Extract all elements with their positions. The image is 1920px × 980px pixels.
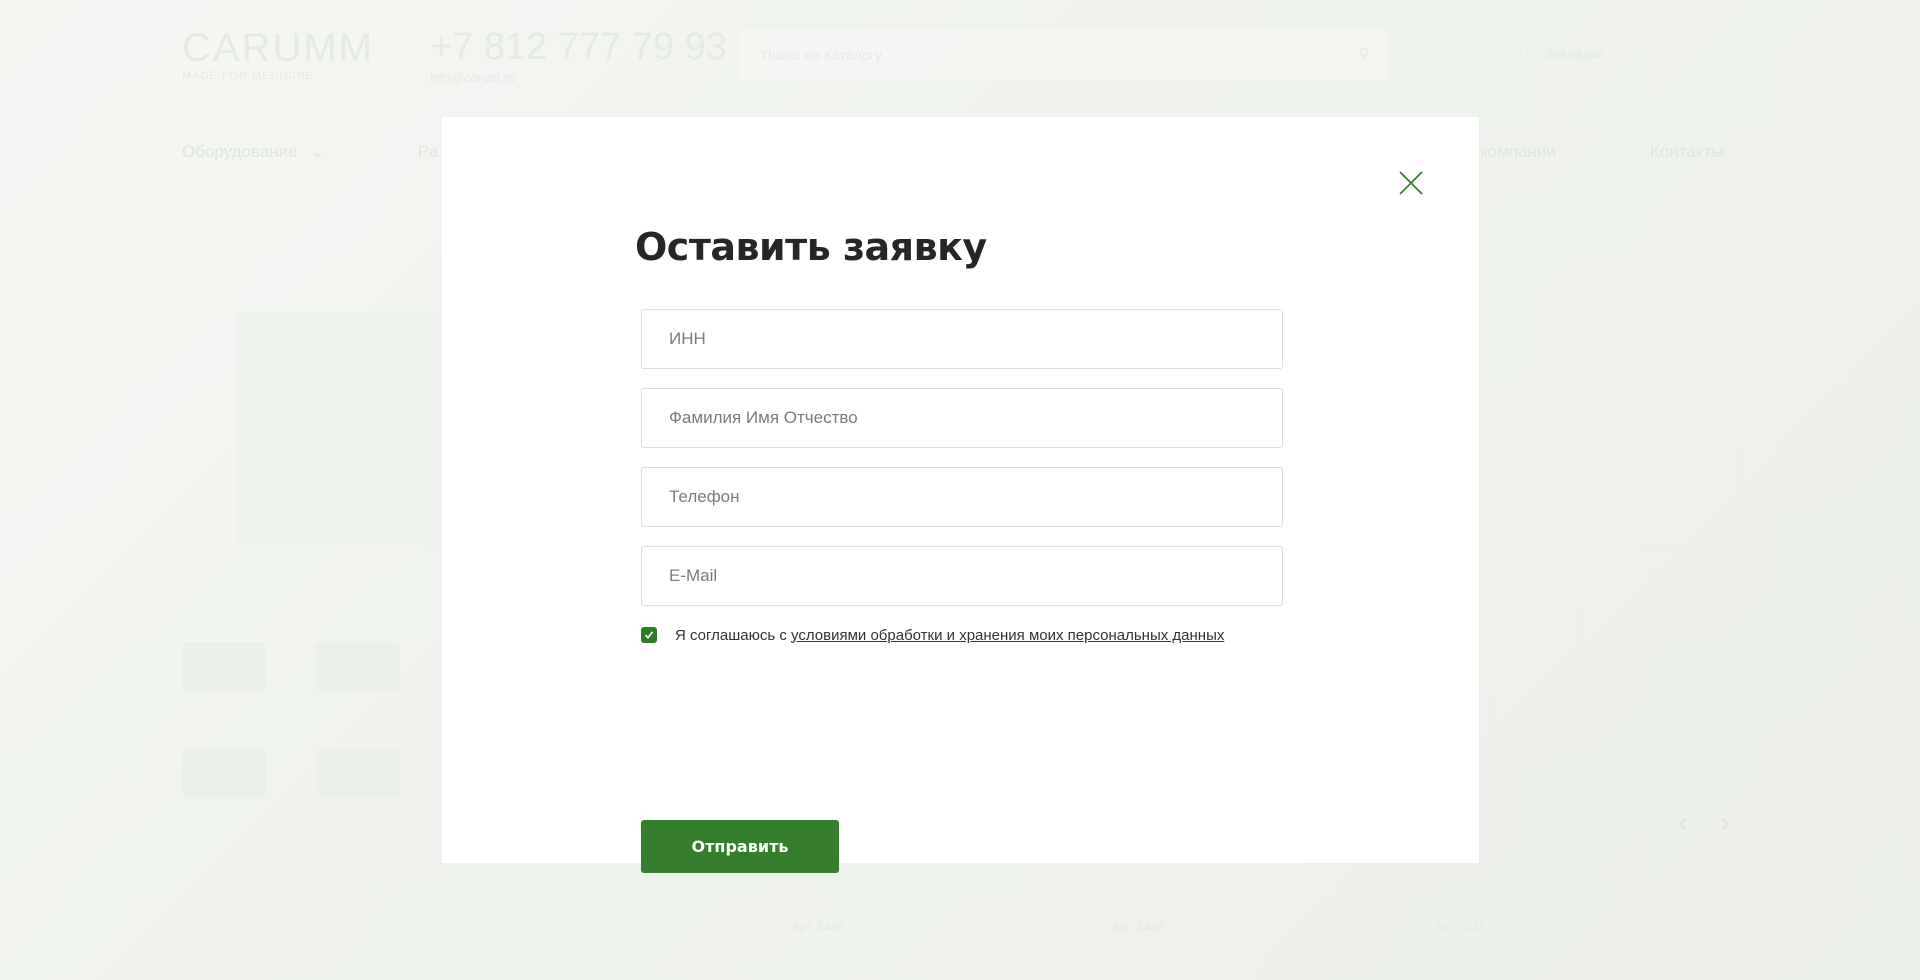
request-modal: Оставить заявку Я соглашаюсь с условиями… [442, 117, 1479, 873]
consent-row: Я соглашаюсь с условиями обработки и хра… [641, 625, 1283, 645]
submit-button[interactable]: Отправить [641, 820, 839, 873]
phone-field[interactable] [641, 467, 1283, 527]
consent-checkbox[interactable] [641, 627, 657, 643]
modal-title: Оставить заявку [635, 225, 987, 269]
privacy-policy-link[interactable]: условиями обработки и хранения моих перс… [791, 627, 1224, 644]
request-form: Я соглашаюсь с условиями обработки и хра… [641, 309, 1283, 873]
inn-field[interactable] [641, 309, 1283, 369]
consent-label: Я соглашаюсь с [675, 626, 792, 644]
close-button[interactable] [1397, 169, 1425, 197]
consent-text: Я соглашаюсь с условиями обработки и хра… [675, 627, 1224, 644]
close-icon [1399, 171, 1423, 195]
email-field[interactable] [641, 546, 1283, 606]
checkmark-icon [644, 631, 654, 640]
fullname-field[interactable] [641, 388, 1283, 448]
